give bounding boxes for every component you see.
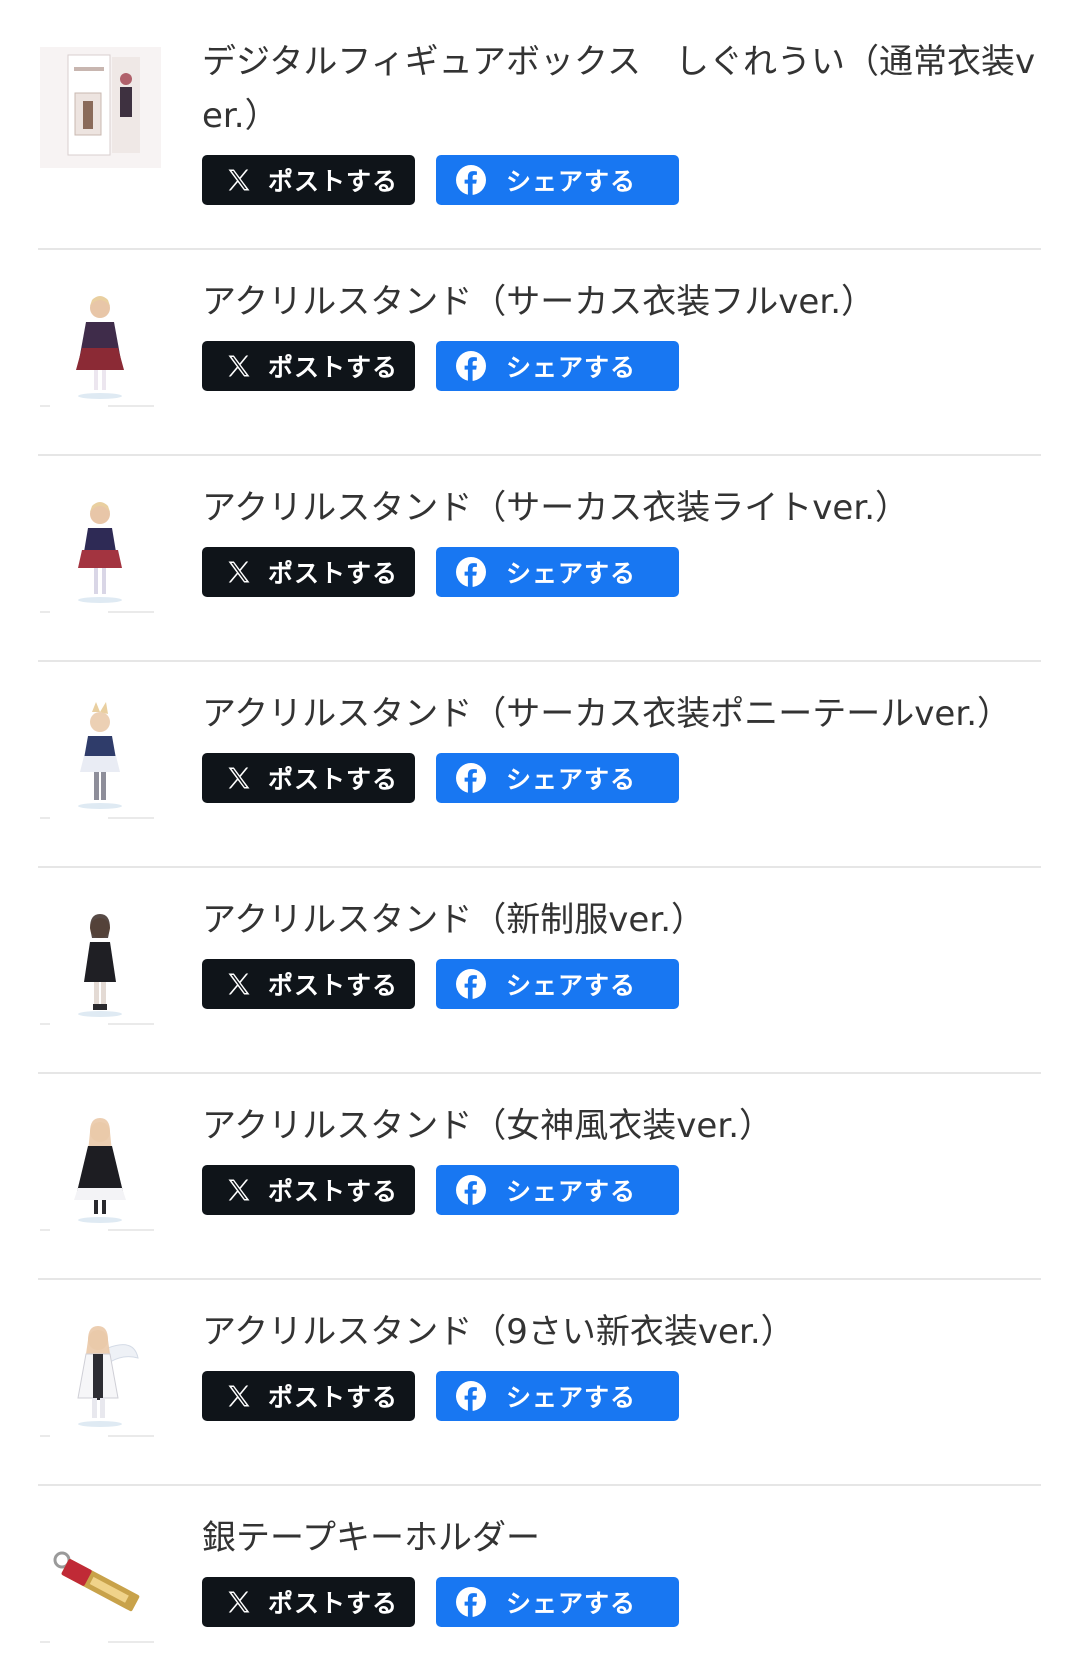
- share-buttons: ポストする シェアする: [202, 1371, 1041, 1421]
- facebook-share-button[interactable]: シェアする: [436, 753, 679, 803]
- facebook-share-label: シェアする: [506, 765, 637, 794]
- facebook-logo-icon: [455, 968, 487, 1000]
- list-item: アクリルスタンド（新制服ver.） ポストする シェアする: [38, 868, 1041, 1074]
- x-post-button[interactable]: ポストする: [202, 1371, 415, 1421]
- list-item: アクリルスタンド（サーカス衣装フルver.） ポストする シェアする: [38, 250, 1041, 456]
- figure-box-image: [40, 47, 161, 168]
- x-logo-icon: [224, 1175, 254, 1205]
- x-post-label: ポストする: [268, 559, 399, 588]
- facebook-share-label: シェアする: [506, 1589, 637, 1618]
- x-post-label: ポストする: [268, 1589, 399, 1618]
- facebook-share-button[interactable]: シェアする: [436, 155, 679, 205]
- acrylic-stand-image: [40, 702, 154, 819]
- facebook-logo-icon: [455, 1174, 487, 1206]
- x-post-label: ポストする: [268, 353, 399, 382]
- facebook-share-button[interactable]: シェアする: [436, 959, 679, 1009]
- list-item: 銀テープキーホルダー ポストする シェアする: [38, 1486, 1041, 1671]
- x-post-button[interactable]: ポストする: [202, 547, 415, 597]
- facebook-share-label: シェアする: [506, 353, 637, 382]
- list-item: アクリルスタンド（9さい新衣装ver.） ポストする シェアする: [38, 1280, 1041, 1486]
- share-buttons: ポストする シェアする: [202, 959, 1041, 1009]
- product-thumbnail: [38, 700, 163, 825]
- x-post-button[interactable]: ポストする: [202, 753, 415, 803]
- product-title: アクリルスタンド（女神風衣装ver.）: [202, 1106, 774, 1146]
- keychain-image: [40, 1551, 154, 1643]
- facebook-share-button[interactable]: シェアする: [436, 547, 679, 597]
- product-thumbnail: [38, 494, 163, 619]
- x-post-label: ポストする: [268, 971, 399, 1000]
- facebook-share-button[interactable]: シェアする: [436, 1371, 679, 1421]
- facebook-logo-icon: [455, 164, 487, 196]
- facebook-share-label: シェアする: [506, 971, 637, 1000]
- facebook-share-label: シェアする: [506, 1177, 637, 1206]
- share-buttons: ポストする シェアする: [202, 341, 1041, 391]
- product-title: デジタルフィギュアボックス しぐれうい（通常衣装ver.）: [202, 42, 1036, 136]
- product-thumbnail: [38, 1112, 163, 1237]
- x-post-button[interactable]: ポストする: [202, 1165, 415, 1215]
- share-buttons: ポストする シェアする: [202, 547, 1041, 597]
- product-title: アクリルスタンド（新制服ver.）: [202, 900, 706, 940]
- acrylic-stand-image: [40, 502, 154, 613]
- product-thumbnail: [38, 1318, 163, 1443]
- facebook-logo-icon: [455, 350, 487, 382]
- product-title: アクリルスタンド（サーカス衣装ポニーテールver.）: [202, 694, 1012, 734]
- facebook-share-button[interactable]: シェアする: [436, 341, 679, 391]
- product-thumbnail: [38, 906, 163, 1031]
- list-item: アクリルスタンド（サーカス衣装ライトver.） ポストする シェアする: [38, 456, 1041, 662]
- x-post-label: ポストする: [268, 1383, 399, 1412]
- x-logo-icon: [224, 1381, 254, 1411]
- x-logo-icon: [224, 969, 254, 999]
- acrylic-stand-image: [40, 296, 154, 407]
- list-item: デジタルフィギュアボックス しぐれうい（通常衣装ver.） ポストする シェアす…: [38, 0, 1041, 250]
- facebook-share-label: シェアする: [506, 559, 637, 588]
- acrylic-stand-image: [40, 1326, 154, 1437]
- x-post-button[interactable]: ポストする: [202, 155, 415, 205]
- facebook-share-label: シェアする: [506, 167, 637, 196]
- x-post-button[interactable]: ポストする: [202, 341, 415, 391]
- facebook-share-button[interactable]: シェアする: [436, 1577, 679, 1627]
- product-thumbnail: [38, 288, 163, 413]
- facebook-logo-icon: [455, 1586, 487, 1618]
- facebook-logo-icon: [455, 556, 487, 588]
- share-buttons: ポストする シェアする: [202, 1165, 1041, 1215]
- x-logo-icon: [224, 763, 254, 793]
- x-logo-icon: [224, 557, 254, 587]
- product-thumbnail: [38, 45, 163, 170]
- x-post-button[interactable]: ポストする: [202, 1577, 415, 1627]
- product-thumbnail: [38, 1524, 163, 1649]
- acrylic-stand-image: [40, 914, 154, 1025]
- product-title: アクリルスタンド（9さい新衣装ver.）: [202, 1312, 795, 1352]
- product-share-list: デジタルフィギュアボックス しぐれうい（通常衣装ver.） ポストする シェアす…: [0, 0, 1080, 1671]
- x-post-label: ポストする: [268, 765, 399, 794]
- product-title: 銀テープキーホルダー: [202, 1518, 540, 1558]
- list-item: アクリルスタンド（女神風衣装ver.） ポストする シェアする: [38, 1074, 1041, 1280]
- list-item: アクリルスタンド（サーカス衣装ポニーテールver.） ポストする シェアする: [38, 662, 1041, 868]
- product-title: アクリルスタンド（サーカス衣装ライトver.）: [202, 488, 910, 528]
- x-post-label: ポストする: [268, 167, 399, 196]
- share-buttons: ポストする シェアする: [202, 1577, 1041, 1627]
- share-buttons: ポストする シェアする: [202, 753, 1041, 803]
- x-logo-icon: [224, 351, 254, 381]
- acrylic-stand-image: [40, 1118, 154, 1231]
- facebook-share-button[interactable]: シェアする: [436, 1165, 679, 1215]
- x-post-label: ポストする: [268, 1177, 399, 1206]
- x-logo-icon: [224, 1587, 254, 1617]
- share-buttons: ポストする シェアする: [202, 155, 1041, 205]
- product-title: アクリルスタンド（サーカス衣装フルver.）: [202, 282, 876, 322]
- facebook-logo-icon: [455, 1380, 487, 1412]
- x-post-button[interactable]: ポストする: [202, 959, 415, 1009]
- x-logo-icon: [224, 165, 254, 195]
- facebook-logo-icon: [455, 762, 487, 794]
- facebook-share-label: シェアする: [506, 1383, 637, 1412]
